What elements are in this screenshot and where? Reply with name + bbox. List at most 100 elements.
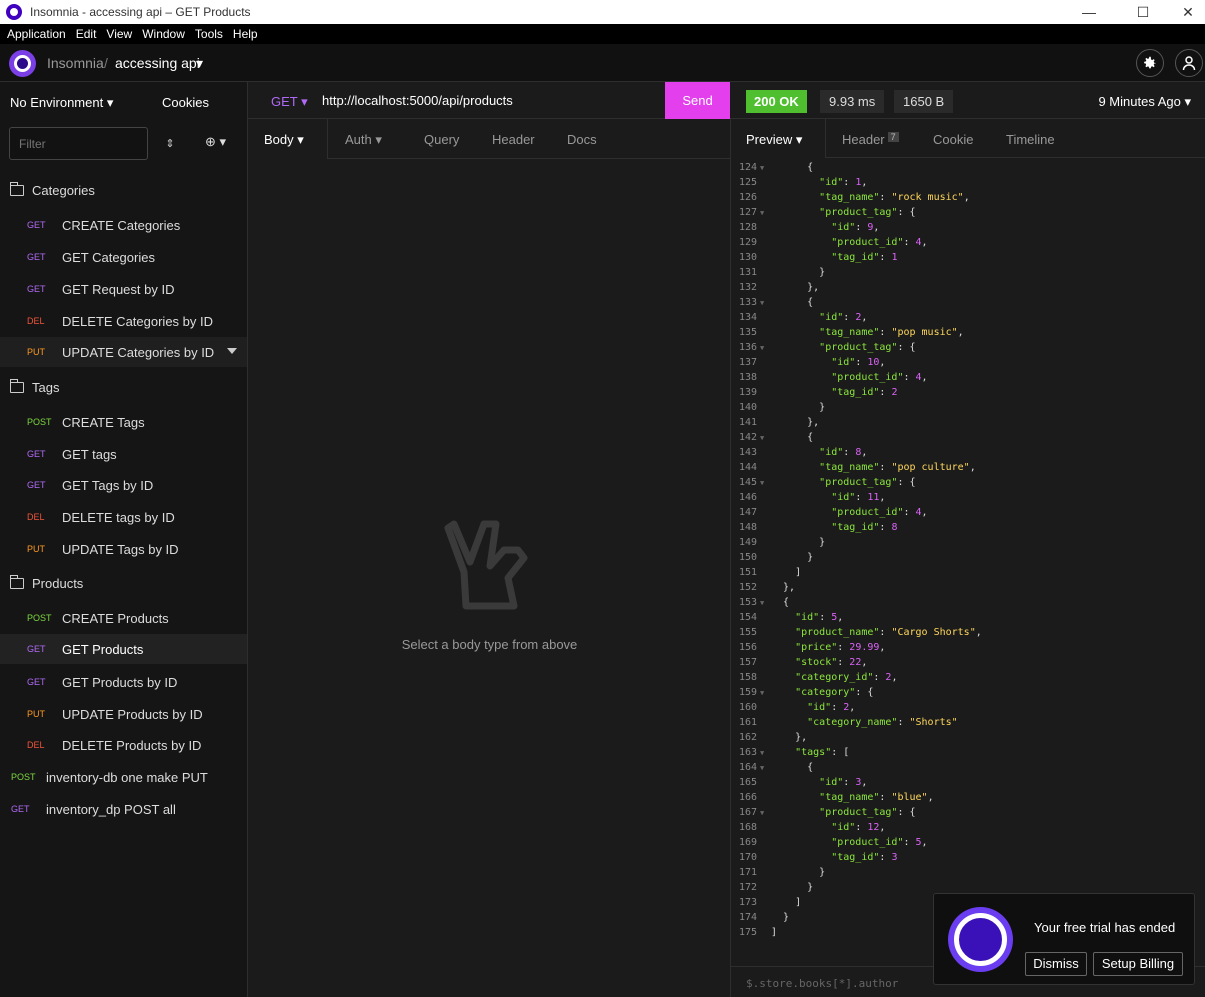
fold-toggle-icon[interactable]: ▼ bbox=[760, 209, 764, 217]
account-user-icon[interactable] bbox=[1175, 49, 1203, 77]
menu-tools[interactable]: Tools bbox=[190, 27, 228, 41]
line-number: 127 bbox=[738, 207, 757, 218]
header-count-badge: 7 bbox=[887, 132, 899, 142]
request-item-active[interactable]: GET GET Products bbox=[0, 634, 247, 664]
request-item[interactable]: GET inventory_dp POST all bbox=[0, 794, 247, 824]
tab-query[interactable]: Query bbox=[424, 132, 459, 147]
folder-icon bbox=[9, 181, 24, 196]
response-history-dropdown[interactable]: 9 Minutes Ago ▾ bbox=[1098, 94, 1191, 110]
request-item[interactable]: GET GET tags bbox=[0, 439, 247, 469]
sidebar-filter-input[interactable] bbox=[9, 127, 148, 160]
url-input[interactable]: http://localhost:5000/api/products bbox=[322, 93, 513, 108]
code-line: 127 ▼ "product_tag": { bbox=[731, 207, 1205, 222]
code-text: "id": 9, bbox=[831, 222, 880, 233]
code-line: 151 ] bbox=[731, 567, 1205, 582]
response-filter-input[interactable]: $.store.books[*].author bbox=[746, 977, 898, 990]
request-item[interactable]: DEL DELETE tags by ID bbox=[0, 502, 247, 532]
line-number: 129 bbox=[738, 237, 757, 248]
request-name: CREATE Tags bbox=[62, 414, 145, 430]
cookies-button[interactable]: Cookies bbox=[162, 95, 209, 110]
folder-products[interactable]: Products bbox=[9, 573, 83, 593]
tab-response-header[interactable]: Header 7 bbox=[842, 132, 899, 147]
request-item[interactable]: POST inventory-db one make PUT bbox=[0, 762, 247, 792]
tab-cookie[interactable]: Cookie bbox=[933, 132, 973, 147]
add-request-button[interactable]: ⊕ ▾ bbox=[205, 134, 235, 154]
chevron-down-icon[interactable]: ▾ bbox=[196, 55, 203, 72]
sort-icon[interactable]: ⇕ bbox=[160, 134, 180, 154]
code-text: }, bbox=[771, 582, 796, 593]
tab-body[interactable]: Body ▾ bbox=[264, 132, 304, 148]
request-item[interactable]: POST CREATE Tags bbox=[0, 407, 247, 437]
request-item[interactable]: POST CREATE Products bbox=[0, 603, 247, 633]
code-line: 136 ▼ "product_tag": { bbox=[731, 342, 1205, 357]
request-item[interactable]: DEL DELETE Categories by ID bbox=[0, 306, 247, 336]
menu-application[interactable]: Application bbox=[2, 27, 71, 41]
environment-selector[interactable]: No Environment ▾ bbox=[10, 95, 113, 111]
code-line: 160 "id": 2, bbox=[731, 702, 1205, 717]
breadcrumb-project[interactable]: accessing api bbox=[115, 55, 200, 71]
code-line: 163 ▼ "tags": [ bbox=[731, 747, 1205, 762]
fold-toggle-icon[interactable]: ▼ bbox=[760, 764, 764, 772]
request-item[interactable]: PUT UPDATE Categories by ID bbox=[0, 337, 247, 367]
minimize-button[interactable]: — bbox=[1066, 0, 1112, 24]
fold-toggle-icon[interactable]: ▼ bbox=[760, 344, 764, 352]
response-body-viewer[interactable]: 124 ▼ {125 "id": 1, 126 "tag_name": "rock … bbox=[731, 158, 1205, 966]
fold-toggle-icon[interactable]: ▼ bbox=[760, 434, 764, 442]
request-item[interactable]: GET GET Request by ID bbox=[0, 274, 247, 304]
tab-docs[interactable]: Docs bbox=[567, 132, 597, 147]
request-item[interactable]: GET GET Tags by ID bbox=[0, 470, 247, 500]
fold-toggle-icon[interactable]: ▼ bbox=[760, 599, 764, 607]
fold-toggle-icon[interactable]: ▼ bbox=[760, 689, 764, 697]
code-line: 166 "tag_name": "blue", bbox=[731, 792, 1205, 807]
maximize-button[interactable]: ☐ bbox=[1120, 0, 1166, 24]
line-number: 146 bbox=[738, 492, 757, 503]
fold-toggle-icon[interactable]: ▼ bbox=[760, 749, 764, 757]
insomnia-logo-icon[interactable] bbox=[9, 50, 36, 77]
line-number: 168 bbox=[738, 822, 757, 833]
request-tabs: Body ▾ Auth ▾ Query Header Docs bbox=[248, 119, 731, 159]
code-text: "product_id": 4, bbox=[831, 237, 928, 248]
code-line: 165 "id": 3, bbox=[731, 777, 1205, 792]
line-number: 141 bbox=[738, 417, 757, 428]
line-number: 143 bbox=[738, 447, 757, 458]
code-line: 143 "id": 8, bbox=[731, 447, 1205, 462]
close-window-button[interactable]: ✕ bbox=[1165, 0, 1205, 24]
menu-view[interactable]: View bbox=[101, 27, 137, 41]
method-selector[interactable]: GET ▾ bbox=[271, 94, 308, 110]
menu-window[interactable]: Window bbox=[137, 27, 190, 41]
request-item[interactable]: GET CREATE Categories bbox=[0, 210, 247, 240]
line-number: 131 bbox=[738, 267, 757, 278]
fold-toggle-icon[interactable]: ▼ bbox=[760, 479, 764, 487]
line-number: 137 bbox=[738, 357, 757, 368]
request-item[interactable]: GET GET Categories bbox=[0, 242, 247, 272]
settings-gear-icon[interactable] bbox=[1136, 49, 1164, 77]
breadcrumb-app[interactable]: Insomnia bbox=[47, 55, 104, 71]
request-dropdown-icon[interactable] bbox=[227, 348, 237, 354]
setup-billing-button[interactable]: Setup Billing bbox=[1093, 952, 1183, 976]
request-item[interactable]: DEL DELETE Products by ID bbox=[0, 730, 247, 760]
tab-header[interactable]: Header bbox=[492, 132, 535, 147]
menu-edit[interactable]: Edit bbox=[71, 27, 102, 41]
request-item[interactable]: PUT UPDATE Products by ID bbox=[0, 699, 247, 729]
tab-auth[interactable]: Auth ▾ bbox=[345, 132, 382, 148]
request-item[interactable]: GET GET Products by ID bbox=[0, 667, 247, 697]
line-number: 148 bbox=[738, 522, 757, 533]
tab-preview[interactable]: Preview ▾ bbox=[746, 132, 802, 148]
tab-timeline[interactable]: Timeline bbox=[1006, 132, 1055, 147]
fold-toggle-icon[interactable]: ▼ bbox=[760, 299, 764, 307]
folder-categories[interactable]: Categories bbox=[9, 180, 95, 200]
code-text: } bbox=[771, 537, 826, 548]
fold-toggle-icon[interactable]: ▼ bbox=[760, 164, 764, 172]
send-button[interactable]: Send bbox=[665, 82, 730, 119]
line-number: 154 bbox=[738, 612, 757, 623]
menu-help[interactable]: Help bbox=[228, 27, 263, 41]
code-text: } bbox=[771, 402, 826, 413]
folder-tags[interactable]: Tags bbox=[9, 377, 59, 397]
fold-toggle-icon[interactable]: ▼ bbox=[760, 809, 764, 817]
folder-label: Categories bbox=[32, 182, 95, 198]
line-number: 161 bbox=[738, 717, 757, 728]
request-name: inventory_dp POST all bbox=[46, 801, 176, 817]
request-item[interactable]: PUT UPDATE Tags by ID bbox=[0, 534, 247, 564]
dismiss-button[interactable]: Dismiss bbox=[1025, 952, 1087, 976]
code-text: } bbox=[771, 882, 814, 893]
